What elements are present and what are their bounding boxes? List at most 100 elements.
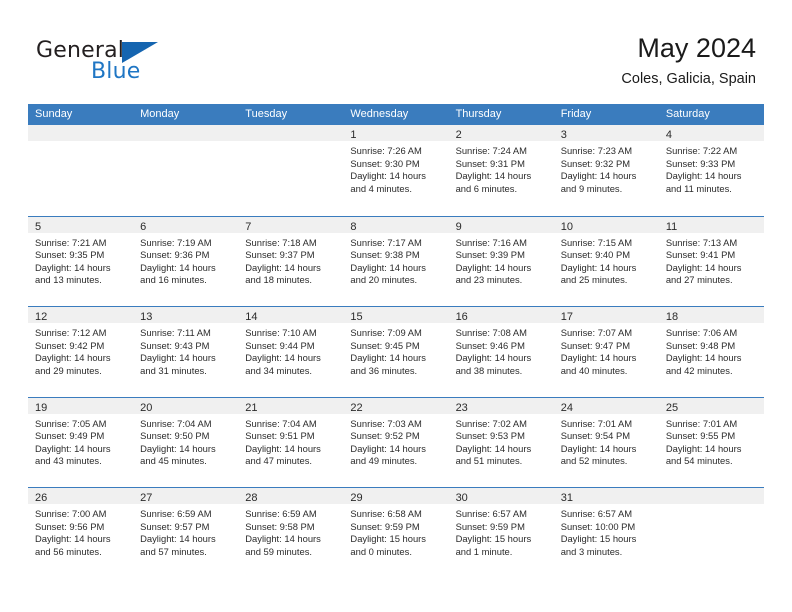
daylight-text-line2: and 29 minutes. <box>35 364 102 376</box>
day-number-band: 25 <box>658 397 764 414</box>
day-number-band: 26 <box>28 488 134 504</box>
day-number-band: 19 <box>28 397 134 414</box>
sunset-text: Sunset: 9:35 PM <box>35 249 105 261</box>
day-number-band: 29 <box>343 488 449 504</box>
sunset-text: Sunset: 9:50 PM <box>140 430 210 442</box>
daylight-text-line1: Daylight: 14 hours <box>560 170 637 182</box>
day-cell[interactable]: 19 Sunrise: 7:05 AM Sunset: 9:49 PM Dayligh… <box>28 397 134 487</box>
sunset-text: Sunset: 9:49 PM <box>35 430 105 442</box>
day-cell[interactable]: 7 Sunrise: 7:18 AM Sunset: 9:37 PM Daylight… <box>238 216 344 306</box>
day-number: 29 <box>350 492 363 504</box>
day-cell[interactable]: 17 Sunrise: 7:07 AM Sunset: 9:47 PM Dayligh… <box>553 307 659 397</box>
sunrise-text: Sunrise: 7:16 AM <box>455 236 527 248</box>
daylight-text-line2: and 4 minutes. <box>350 182 412 194</box>
daylight-text-line2: and 36 minutes. <box>350 364 418 376</box>
day-details: Sunrise: 7:08 AM Sunset: 9:46 PM Daylight:… <box>449 323 554 377</box>
day-cell[interactable]: 21 Sunrise: 7:04 AM Sunset: 9:51 PM Dayligh… <box>238 397 344 487</box>
day-cell[interactable]: 31 Sunrise: 6:57 AM Sunset: 10:00 PM Daylig… <box>553 488 659 578</box>
sunrise-text: Sunrise: 6:58 AM <box>350 508 422 519</box>
sunrise-text: Sunrise: 7:10 AM <box>245 327 317 338</box>
day-number-band <box>658 488 764 504</box>
sunset-text: Sunset: 9:30 PM <box>350 157 420 169</box>
daylight-text-line2: and 45 minutes. <box>140 455 207 467</box>
sunrise-text: Sunrise: 7:13 AM <box>665 236 738 248</box>
day-details: Sunrise: 7:23 AM Sunset: 9:32 PM Daylight:… <box>554 141 659 195</box>
day-number-band: 10 <box>553 216 659 233</box>
day-cell[interactable]: 8 Sunrise: 7:17 AM Sunset: 9:38 PM Daylight… <box>343 216 449 306</box>
day-cell[interactable]: 1 Sunrise: 7:26 AM Sunset: 9:30 PM Daylight… <box>343 125 449 216</box>
sunrise-text: Sunrise: 7:01 AM <box>560 417 633 429</box>
day-number-band: 11 <box>658 216 764 233</box>
daylight-text-line2: and 9 minutes. <box>560 182 623 194</box>
daylight-text-line1: Daylight: 14 hours <box>665 352 742 364</box>
sunset-text: Sunset: 9:40 PM <box>560 249 631 261</box>
day-number-band: 6 <box>133 216 239 233</box>
day-cell[interactable]: 30 Sunrise: 6:57 AM Sunset: 9:59 PM Dayligh… <box>448 488 554 578</box>
day-cell[interactable]: 24 Sunrise: 7:01 AM Sunset: 9:54 PM Dayligh… <box>553 397 659 487</box>
day-details: Sunrise: 6:57 AM Sunset: 10:00 PM Daylight… <box>554 504 659 558</box>
day-cell-empty <box>658 488 764 578</box>
daylight-text-line2: and 11 minutes. <box>665 182 732 194</box>
day-cell[interactable]: 10 Sunrise: 7:15 AM Sunset: 9:40 PM Dayligh… <box>553 216 659 306</box>
day-cell[interactable]: 6 Sunrise: 7:19 AM Sunset: 9:36 PM Daylight… <box>133 216 239 306</box>
day-cell[interactable]: 23 Sunrise: 7:02 AM Sunset: 9:53 PM Dayligh… <box>448 397 554 487</box>
daylight-text-line2: and 52 minutes. <box>560 455 628 467</box>
day-cell[interactable]: 22 Sunrise: 7:03 AM Sunset: 9:52 PM Dayligh… <box>343 397 449 487</box>
day-cell[interactable]: 16 Sunrise: 7:08 AM Sunset: 9:46 PM Dayligh… <box>448 307 554 397</box>
day-cell[interactable]: 15 Sunrise: 7:09 AM Sunset: 9:45 PM Dayligh… <box>343 307 449 397</box>
calendar-week-row: 26 Sunrise: 7:00 AM Sunset: 9:56 PM Dayligh… <box>28 487 764 578</box>
daylight-text-line2: and 31 minutes. <box>140 364 207 376</box>
day-cell[interactable]: 11 Sunrise: 7:13 AM Sunset: 9:41 PM Dayligh… <box>658 216 764 306</box>
sunrise-text: Sunrise: 7:00 AM <box>35 508 107 519</box>
day-cell-empty <box>133 125 239 216</box>
day-number: 26 <box>35 492 48 504</box>
day-number-band: 7 <box>238 216 344 233</box>
day-number: 14 <box>245 311 258 323</box>
weekday-header-sunday: Sunday <box>35 108 73 120</box>
day-number: 2 <box>455 129 462 141</box>
day-cell[interactable]: 12 Sunrise: 7:12 AM Sunset: 9:42 PM Dayligh… <box>28 307 134 397</box>
day-number-band: 24 <box>553 397 659 414</box>
sunset-text: Sunset: 9:55 PM <box>665 430 736 442</box>
daylight-text-line2: and 18 minutes. <box>245 274 312 286</box>
day-number: 30 <box>455 492 468 504</box>
sunset-text: Sunset: 9:37 PM <box>245 249 315 261</box>
day-number: 31 <box>560 492 573 504</box>
day-cell[interactable]: 27 Sunrise: 6:59 AM Sunset: 9:57 PM Dayligh… <box>133 488 239 578</box>
day-cell[interactable]: 2 Sunrise: 7:24 AM Sunset: 9:31 PM Daylight… <box>448 125 554 216</box>
day-cell[interactable]: 29 Sunrise: 6:58 AM Sunset: 9:59 PM Dayligh… <box>343 488 449 578</box>
day-number-band: 20 <box>133 397 239 414</box>
daylight-text-line2: and 57 minutes. <box>140 545 207 557</box>
day-cell[interactable]: 18 Sunrise: 7:06 AM Sunset: 9:48 PM Dayligh… <box>658 307 764 397</box>
sunrise-text: Sunrise: 7:22 AM <box>665 145 738 156</box>
sunrise-text: Sunrise: 6:57 AM <box>455 508 527 519</box>
day-details: Sunrise: 7:03 AM Sunset: 9:52 PM Daylight:… <box>343 414 448 468</box>
daylight-text-line1: Daylight: 14 hours <box>560 352 637 364</box>
day-cell[interactable]: 13 Sunrise: 7:11 AM Sunset: 9:43 PM Dayligh… <box>133 307 239 397</box>
day-number-band <box>133 125 239 141</box>
day-cell[interactable]: 26 Sunrise: 7:00 AM Sunset: 9:56 PM Dayligh… <box>28 488 134 578</box>
day-cell[interactable]: 3 Sunrise: 7:23 AM Sunset: 9:32 PM Daylight… <box>553 125 659 216</box>
sunrise-text: Sunrise: 7:18 AM <box>245 236 317 248</box>
sunset-text: Sunset: 9:51 PM <box>245 430 315 442</box>
day-cell[interactable]: 14 Sunrise: 7:10 AM Sunset: 9:44 PM Dayligh… <box>238 307 344 397</box>
day-cell[interactable]: 28 Sunrise: 6:59 AM Sunset: 9:58 PM Dayligh… <box>238 488 344 578</box>
day-details: Sunrise: 7:24 AM Sunset: 9:31 PM Daylight:… <box>449 141 554 195</box>
general-blue-logo[interactable]: General Blue <box>36 38 246 90</box>
sunset-text: Sunset: 9:56 PM <box>35 520 105 532</box>
day-cell[interactable]: 4 Sunrise: 7:22 AM Sunset: 9:33 PM Daylight… <box>658 125 764 216</box>
day-number-band <box>238 125 344 141</box>
sunrise-text: Sunrise: 7:06 AM <box>665 327 738 338</box>
daylight-text-line2: and 49 minutes. <box>350 455 418 467</box>
day-cell[interactable]: 20 Sunrise: 7:04 AM Sunset: 9:50 PM Dayligh… <box>133 397 239 487</box>
day-cell-empty <box>238 125 344 216</box>
day-cell[interactable]: 25 Sunrise: 7:01 AM Sunset: 9:55 PM Dayligh… <box>658 397 764 487</box>
day-cell[interactable]: 5 Sunrise: 7:21 AM Sunset: 9:35 PM Daylight… <box>28 216 134 306</box>
page-subtitle-location: Coles, Galicia, Spain <box>621 71 756 87</box>
daylight-text-line1: Daylight: 14 hours <box>455 442 532 454</box>
day-details: Sunrise: 7:16 AM Sunset: 9:39 PM Daylight:… <box>449 233 554 287</box>
sunset-text: Sunset: 9:38 PM <box>350 249 420 261</box>
daylight-text-line2: and 59 minutes. <box>245 545 312 557</box>
day-cell[interactable]: 9 Sunrise: 7:16 AM Sunset: 9:39 PM Daylight… <box>448 216 554 306</box>
sunrise-text: Sunrise: 7:26 AM <box>350 145 422 156</box>
